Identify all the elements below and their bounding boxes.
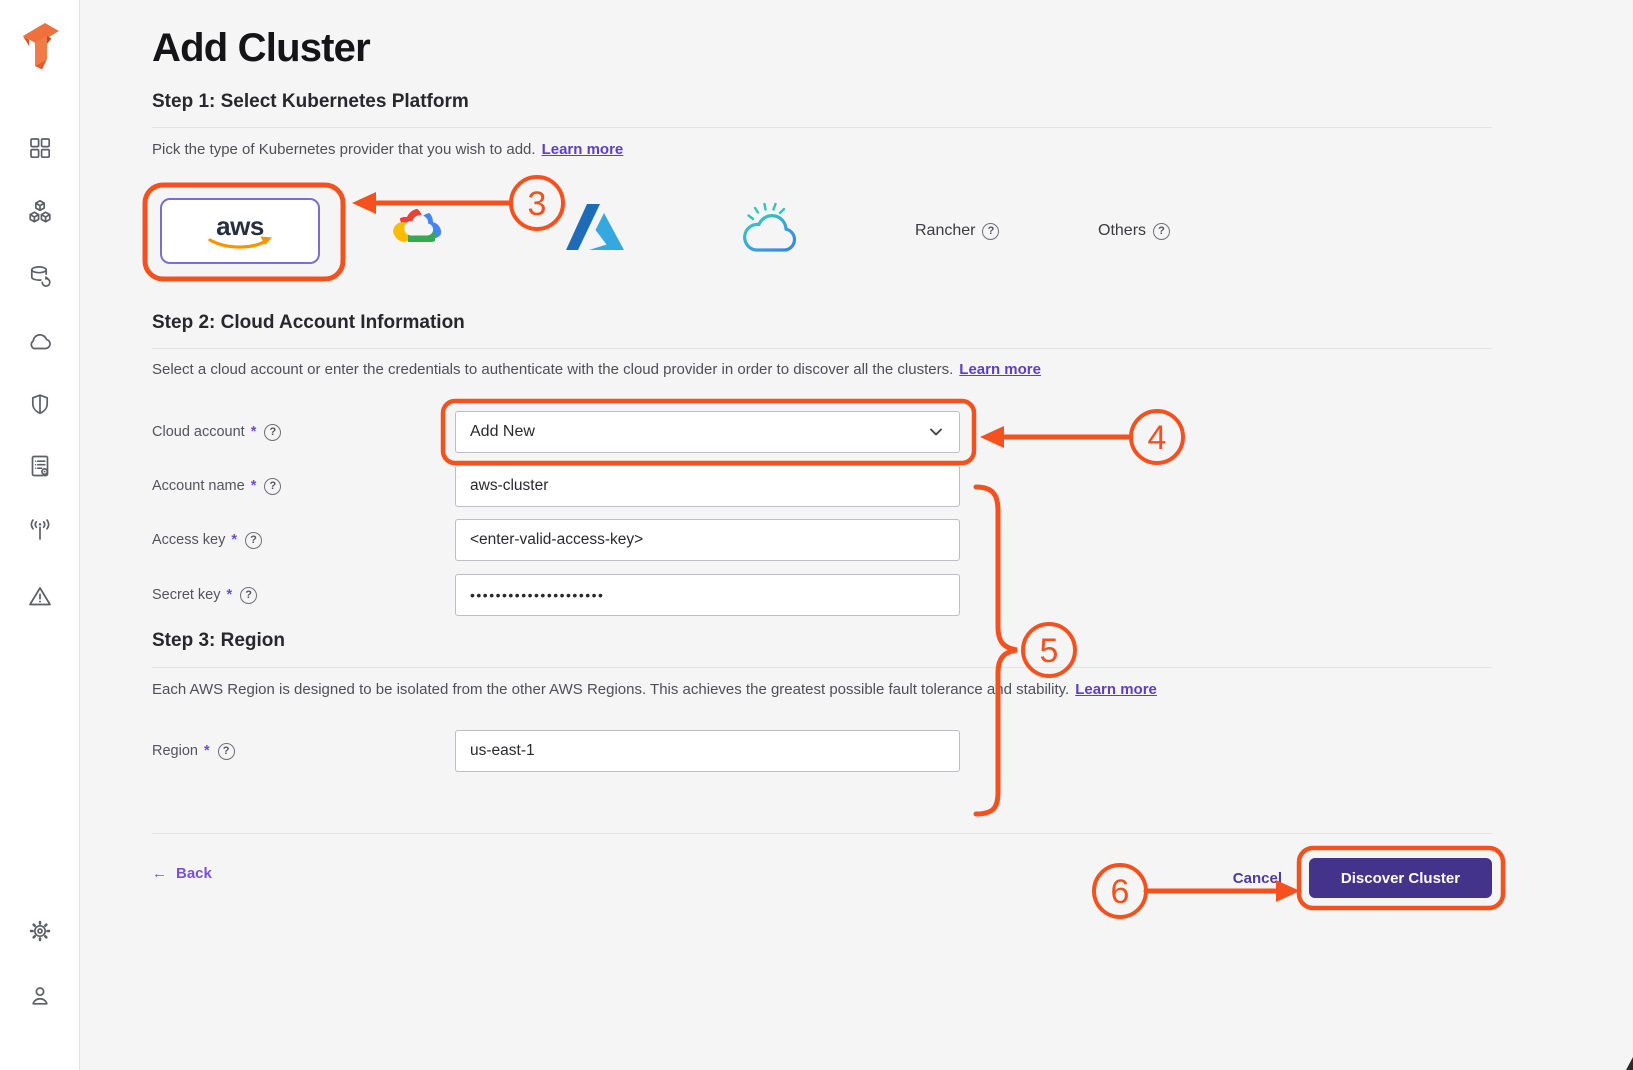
annotation-arrowhead-4 — [980, 426, 1004, 448]
shield-icon — [27, 392, 53, 418]
screen-corner-artifact — [1626, 1057, 1633, 1070]
account-name-input[interactable] — [455, 465, 960, 507]
access-key-help-icon[interactable]: ? — [245, 532, 262, 549]
region-help-icon[interactable]: ? — [218, 743, 235, 760]
annotation-number-6: 6 — [1111, 873, 1130, 911]
access-key-label: Access key*? — [152, 530, 262, 550]
annotation-circle-5 — [1023, 624, 1075, 676]
sidebar — [0, 0, 80, 1070]
cloud-icon — [27, 329, 53, 355]
access-key-input[interactable] — [455, 519, 960, 561]
cloud-account-help-icon[interactable]: ? — [264, 424, 281, 441]
annotation-arrowhead-3 — [352, 192, 376, 214]
annotation-circle-4 — [1131, 411, 1183, 463]
sidebar-item-reports[interactable] — [27, 453, 53, 479]
sidebar-item-security[interactable] — [27, 392, 53, 418]
aws-logo: aws — [197, 209, 283, 253]
cloud-account-select[interactable]: Add New — [455, 411, 960, 453]
annotation-circle-6 — [1094, 865, 1146, 917]
gear-icon — [27, 918, 53, 944]
cloud-account-label: Cloud account*? — [152, 422, 281, 442]
portworx-logo-icon[interactable] — [16, 18, 62, 74]
region-input[interactable] — [455, 730, 960, 772]
sidebar-item-settings[interactable] — [27, 918, 53, 944]
svg-text:aws: aws — [216, 211, 264, 241]
others-help-icon[interactable]: ? — [1153, 223, 1170, 240]
back-arrow-icon: ← — [152, 865, 167, 882]
annotation-number-5: 5 — [1040, 632, 1059, 670]
database-restore-icon — [27, 264, 53, 290]
azure-logo — [566, 203, 624, 251]
step1-heading: Step 1: Select Kubernetes Platform — [152, 91, 469, 113]
secret-key-label: Secret key*? — [152, 585, 257, 605]
chevron-down-icon — [927, 423, 945, 441]
sidebar-item-clusters[interactable] — [27, 199, 53, 225]
sidebar-item-dashboard[interactable] — [27, 135, 53, 161]
divider — [152, 348, 1492, 349]
region-label: Region*? — [152, 741, 235, 761]
cancel-button[interactable]: Cancel — [1212, 870, 1282, 887]
sidebar-item-activity[interactable] — [27, 518, 53, 544]
step2-description: Select a cloud account or enter the cred… — [152, 361, 1041, 378]
provider-google-cloud[interactable] — [393, 205, 445, 252]
back-link[interactable]: ← Back — [152, 865, 212, 882]
provider-rancher-label: Rancher — [915, 222, 975, 240]
provider-ibm-cloud[interactable] — [741, 199, 805, 262]
secret-key-input[interactable] — [455, 574, 960, 616]
step3-heading: Step 3: Region — [152, 630, 285, 652]
dashboard-icon — [27, 135, 53, 161]
annotation-number-3: 3 — [528, 185, 547, 223]
rancher-help-icon[interactable]: ? — [982, 223, 999, 240]
provider-azure[interactable] — [566, 203, 624, 256]
divider — [152, 127, 1492, 128]
ibm-cloud-logo — [741, 199, 805, 257]
step1-description: Pick the type of Kubernetes provider tha… — [152, 141, 623, 158]
step1-learn-more-link[interactable]: Learn more — [542, 141, 624, 158]
add-cluster-page: Add Cluster Step 1: Select Kubernetes Pl… — [0, 0, 1633, 1070]
divider — [152, 667, 1492, 668]
sidebar-item-user[interactable] — [27, 983, 53, 1009]
user-icon — [27, 983, 53, 1009]
clusters-icon — [27, 199, 53, 225]
step3-learn-more-link[interactable]: Learn more — [1075, 681, 1157, 698]
sidebar-item-backups[interactable] — [27, 264, 53, 290]
provider-rancher[interactable]: Rancher ? — [915, 222, 999, 240]
discover-cluster-button[interactable]: Discover Cluster — [1309, 858, 1492, 898]
step2-heading: Step 2: Cloud Account Information — [152, 312, 465, 334]
annotation-circle-3 — [511, 177, 563, 229]
cloud-account-selected-value: Add New — [470, 423, 535, 441]
page-title: Add Cluster — [152, 26, 370, 71]
google-cloud-logo — [393, 205, 445, 247]
antenna-icon — [27, 518, 53, 544]
report-gear-icon — [27, 453, 53, 479]
account-name-label: Account name*? — [152, 476, 281, 496]
divider — [152, 833, 1492, 834]
step2-learn-more-link[interactable]: Learn more — [959, 361, 1041, 378]
provider-others[interactable]: Others ? — [1098, 222, 1170, 240]
provider-aws-tile[interactable]: aws — [160, 198, 320, 264]
provider-others-label: Others — [1098, 222, 1146, 240]
account-name-help-icon[interactable]: ? — [264, 478, 281, 495]
sidebar-item-cloud-accounts[interactable] — [27, 329, 53, 355]
annotation-number-4: 4 — [1148, 419, 1167, 457]
secret-key-help-icon[interactable]: ? — [240, 587, 257, 604]
sidebar-item-alerts[interactable] — [27, 584, 53, 610]
step3-description: Each AWS Region is designed to be isolat… — [152, 681, 1157, 698]
warning-triangle-icon — [27, 584, 53, 610]
annotation-brace-5 — [976, 487, 1017, 814]
